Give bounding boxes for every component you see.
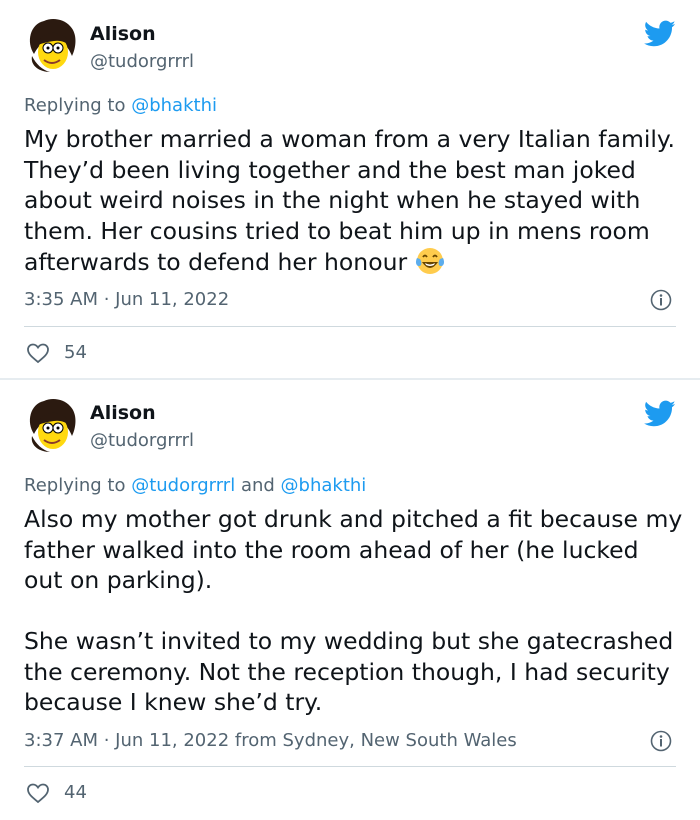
tweet-timestamp[interactable]: 3:35 AM · Jun 11, 2022 bbox=[24, 288, 229, 312]
replying-prefix: Replying to bbox=[24, 475, 126, 496]
tweet-text-content: My brother married a woman from a very I… bbox=[24, 125, 675, 276]
author-name[interactable]: Alison bbox=[90, 401, 156, 425]
heart-icon[interactable] bbox=[26, 782, 50, 804]
twitter-bird-icon[interactable] bbox=[643, 400, 676, 428]
tweet-card: Alison @tudorgrrrl Replying to @bhakthi … bbox=[0, 0, 700, 378]
tweet-card: Alison @tudorgrrrl Replying to @tudorgrr… bbox=[0, 380, 700, 820]
laughing-crying-emoji-icon bbox=[415, 246, 445, 276]
replying-prefix: Replying to bbox=[24, 95, 126, 116]
mention-link[interactable]: @bhakthi bbox=[131, 95, 217, 116]
heart-icon[interactable] bbox=[26, 342, 50, 364]
author-handle[interactable]: @tudorgrrrl bbox=[90, 429, 194, 453]
tweet-paragraph: Also my mother got drunk and pitched a f… bbox=[24, 505, 683, 594]
divider bbox=[24, 326, 676, 327]
info-icon[interactable] bbox=[650, 289, 672, 311]
replying-and: and bbox=[240, 475, 275, 496]
replying-to: Replying to @tudorgrrrl and @bhakthi bbox=[24, 474, 366, 498]
tweet-paragraph: She wasn’t invited to my wedding but she… bbox=[24, 627, 674, 716]
avatar[interactable] bbox=[22, 396, 82, 456]
tweet-text: My brother married a woman from a very I… bbox=[24, 124, 684, 278]
twitter-bird-icon[interactable] bbox=[643, 20, 676, 48]
replying-to: Replying to @bhakthi bbox=[24, 94, 217, 118]
mention-link[interactable]: @bhakthi bbox=[281, 475, 367, 496]
tweet-timestamp[interactable]: 3:37 AM · Jun 11, 2022 from Sydney, New … bbox=[24, 729, 517, 753]
like-count: 54 bbox=[64, 342, 87, 363]
avatar[interactable] bbox=[22, 16, 82, 76]
like-count: 44 bbox=[64, 782, 87, 803]
tweet-text: Also my mother got drunk and pitched a f… bbox=[24, 504, 684, 718]
author-name[interactable]: Alison bbox=[90, 22, 156, 46]
mention-link[interactable]: @tudorgrrrl bbox=[131, 475, 235, 496]
author-handle[interactable]: @tudorgrrrl bbox=[90, 50, 194, 74]
info-icon[interactable] bbox=[650, 730, 672, 752]
divider bbox=[24, 766, 676, 767]
